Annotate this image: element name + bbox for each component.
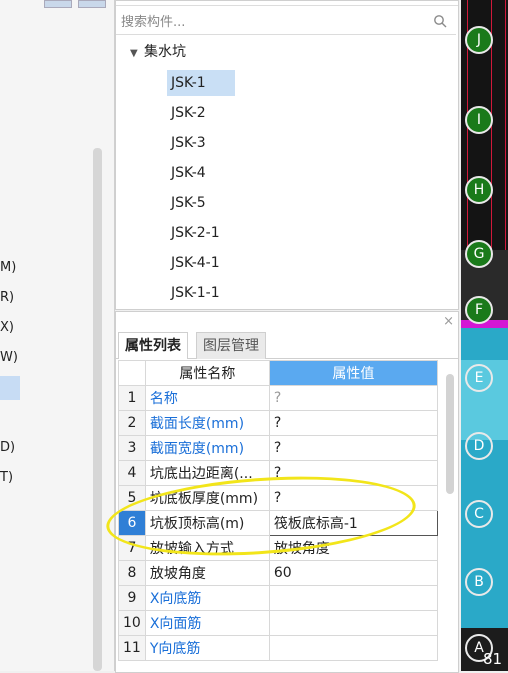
cad-drawing-view[interactable]: J I H G F E D C B A 81 (461, 0, 508, 671)
close-icon[interactable]: × (443, 314, 454, 329)
left-item[interactable]: X) (0, 316, 14, 340)
tree-item[interactable]: JSK-5 (167, 190, 235, 216)
tree-item[interactable]: JSK-2-1 (167, 220, 235, 246)
property-value-input[interactable]: 筏板底标高-1 (268, 510, 438, 536)
property-name: 放坡输入方式 (144, 535, 270, 561)
row-index: 11 (118, 635, 146, 661)
header-index (118, 360, 146, 386)
tree-item[interactable]: JSK-3 (167, 130, 235, 156)
row-index: 4 (118, 460, 146, 486)
row-index: 5 (118, 485, 146, 511)
property-value[interactable]: 60 (268, 560, 438, 586)
properties-scrollbar[interactable] (446, 374, 454, 494)
property-name: 放坡角度 (144, 560, 270, 586)
property-value[interactable]: ? (268, 385, 438, 411)
property-name: 坑底出边距离(... (144, 460, 270, 486)
axis-marker-b: B (465, 568, 493, 596)
table-row[interactable]: 10 X向面筋 (118, 610, 438, 636)
table-row[interactable]: 2 截面长度(mm) ? (118, 410, 438, 436)
search-input[interactable] (119, 11, 423, 33)
axis-marker-h: H (465, 176, 493, 204)
left-item[interactable]: R) (0, 286, 14, 310)
left-item[interactable]: T) (0, 466, 13, 490)
row-index: 7 (118, 535, 146, 561)
search-box (116, 10, 456, 35)
left-item-selected[interactable] (0, 376, 20, 400)
axis-marker-j: J (465, 26, 493, 54)
property-value[interactable]: ? (268, 460, 438, 486)
axis-marker-f: F (465, 296, 493, 324)
tab-layer-management[interactable]: 图层管理 (196, 332, 266, 359)
header-name: 属性名称 (144, 360, 270, 386)
left-item[interactable]: M) (0, 256, 16, 280)
property-name: X向底筋 (144, 585, 270, 611)
tab-property-list[interactable]: 属性列表 (118, 332, 188, 359)
header-value: 属性值 (268, 360, 438, 386)
property-name: 名称 (144, 385, 270, 411)
row-index: 8 (118, 560, 146, 586)
table-row[interactable]: 4 坑底出边距离(... ? (118, 460, 438, 486)
tree-item[interactable]: JSK-1-1 (167, 280, 235, 306)
left-panel: M) R) X) W) D) T) (0, 0, 115, 671)
property-value[interactable]: ? (268, 485, 438, 511)
axis-marker-d: D (465, 432, 493, 460)
property-value[interactable]: ? (268, 410, 438, 436)
tree-root[interactable]: ▼ 集水坑 (130, 40, 186, 64)
search-icon[interactable] (433, 14, 448, 29)
property-name: Y向底筋 (144, 635, 270, 661)
property-name: 坑板顶标高(m) (144, 510, 270, 536)
axis-marker-c: C (465, 500, 493, 528)
row-index: 6 (118, 510, 146, 536)
property-name: 坑底板厚度(mm) (144, 485, 270, 511)
property-name: 截面宽度(mm) (144, 435, 270, 461)
table-row[interactable]: 5 坑底板厚度(mm) ? (118, 485, 438, 511)
property-value[interactable]: ? (268, 435, 438, 461)
left-scrollbar[interactable] (93, 148, 102, 671)
table-row[interactable]: 1 名称 ? (118, 385, 438, 411)
tree-item[interactable]: JSK-1 (167, 70, 235, 96)
table-row[interactable]: 9 X向底筋 (118, 585, 438, 611)
row-index: 9 (118, 585, 146, 611)
axis-marker-g: G (465, 240, 493, 268)
property-name: 截面长度(mm) (144, 410, 270, 436)
chevron-down-icon[interactable]: ▼ (130, 42, 144, 66)
left-item[interactable]: W) (0, 346, 18, 370)
row-index: 3 (118, 435, 146, 461)
table-row-selected[interactable]: 6 坑板顶标高(m) 筏板底标高-1 (118, 510, 438, 536)
table-row[interactable]: 3 截面宽度(mm) ? (118, 435, 438, 461)
cad-coordinate-label: 81 (483, 650, 503, 668)
grid-header: 属性名称 属性值 (118, 360, 438, 386)
tree-item[interactable]: JSK-2 (167, 100, 235, 126)
left-toolbar-button-1[interactable] (44, 0, 72, 8)
row-index: 10 (118, 610, 146, 636)
properties-panel: × 属性列表 图层管理 属性名称 属性值 1 名称 ? 2 截面长度(mm) ?… (115, 311, 459, 673)
properties-tabs: 属性列表 图层管理 (116, 332, 458, 359)
tree-item[interactable]: JSK-4-1 (167, 250, 235, 276)
left-toolbar-button-2[interactable] (78, 0, 106, 8)
tree-item[interactable]: JSK-4 (167, 160, 235, 186)
table-row[interactable]: 8 放坡角度 60 (118, 560, 438, 586)
tree-root-label: 集水坑 (144, 44, 186, 60)
property-name: X向面筋 (144, 610, 270, 636)
property-value[interactable]: 放坡角度 (268, 535, 438, 561)
row-index: 2 (118, 410, 146, 436)
row-index: 1 (118, 385, 146, 411)
axis-marker-e: E (465, 364, 493, 392)
component-tree-panel: ▼集水坑 JSK-1 JSK-2 JSK-3 JSK-4 JSK-5 JSK-2… (115, 0, 459, 310)
axis-marker-i: I (465, 106, 493, 134)
tree-toolbar (116, 1, 458, 6)
property-value[interactable] (268, 610, 438, 636)
property-value[interactable] (268, 635, 438, 661)
table-row[interactable]: 11 Y向底筋 (118, 635, 438, 661)
property-value[interactable] (268, 585, 438, 611)
table-row[interactable]: 7 放坡输入方式 放坡角度 (118, 535, 438, 561)
left-item[interactable]: D) (0, 436, 15, 460)
properties-grid: 属性名称 属性值 1 名称 ? 2 截面长度(mm) ? 3 截面宽度(mm) … (118, 360, 438, 661)
